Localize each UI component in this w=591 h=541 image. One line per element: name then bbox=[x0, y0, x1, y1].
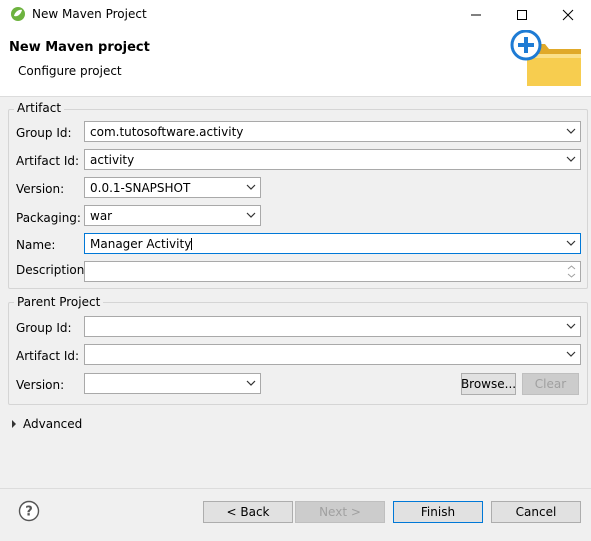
parent-artifact-id-label: Artifact Id: bbox=[16, 349, 80, 363]
parent-group-id-label: Group Id: bbox=[16, 321, 72, 335]
clear-button[interactable]: Clear bbox=[522, 373, 579, 395]
version-combo[interactable]: 0.0.1-SNAPSHOT bbox=[84, 177, 261, 198]
page-title: New Maven project bbox=[9, 40, 150, 55]
name-combo[interactable]: Manager Activity bbox=[84, 233, 581, 254]
packaging-combo[interactable]: war bbox=[84, 205, 261, 226]
description-label: Description: bbox=[16, 263, 89, 277]
page-subtitle: Configure project bbox=[18, 64, 122, 78]
close-icon bbox=[562, 9, 574, 21]
text-cursor bbox=[191, 238, 193, 250]
next-button[interactable]: Next > bbox=[295, 501, 385, 523]
minimize-icon bbox=[471, 14, 481, 16]
chevron-down-icon bbox=[566, 323, 576, 329]
browse-button[interactable]: Browse... bbox=[461, 373, 516, 395]
back-button[interactable]: < Back bbox=[203, 501, 293, 523]
version-label: Version: bbox=[16, 182, 65, 196]
window-title: New Maven Project bbox=[32, 7, 147, 21]
artifact-id-label: Artifact Id: bbox=[16, 154, 80, 168]
artifact-id-value: activity bbox=[90, 153, 135, 167]
artifact-id-combo[interactable]: activity bbox=[84, 149, 581, 170]
chevron-down-icon bbox=[566, 156, 576, 162]
footer-separator bbox=[0, 488, 591, 489]
chevron-down-icon bbox=[246, 212, 256, 218]
help-button[interactable]: ? bbox=[18, 500, 40, 525]
scrollbar[interactable] bbox=[565, 263, 578, 280]
chevron-down-icon bbox=[566, 128, 576, 134]
triangle-right-icon bbox=[12, 420, 16, 428]
new-folder-plus-icon bbox=[507, 29, 587, 95]
parent-version-combo[interactable] bbox=[84, 373, 261, 394]
maximize-icon bbox=[517, 10, 527, 20]
advanced-expander[interactable]: Advanced bbox=[9, 417, 82, 431]
scroll-arrows-icon bbox=[567, 265, 576, 278]
maven-leaf-icon bbox=[10, 6, 26, 25]
chevron-down-icon bbox=[246, 380, 256, 386]
title-bar: New Maven Project bbox=[0, 0, 591, 30]
name-value: Manager Activity bbox=[90, 237, 192, 251]
finish-button[interactable]: Finish bbox=[393, 501, 483, 523]
parent-group-id-combo[interactable] bbox=[84, 316, 581, 337]
group-id-label: Group Id: bbox=[16, 126, 72, 140]
artifact-legend: Artifact bbox=[14, 101, 65, 115]
parent-version-label: Version: bbox=[16, 378, 65, 392]
group-id-value: com.tutosoftware.activity bbox=[90, 125, 244, 139]
advanced-label: Advanced bbox=[23, 417, 83, 431]
close-button[interactable] bbox=[545, 0, 591, 30]
chevron-down-icon bbox=[246, 184, 256, 190]
cancel-button[interactable]: Cancel bbox=[491, 501, 581, 523]
description-textarea[interactable] bbox=[84, 261, 581, 282]
svg-text:?: ? bbox=[25, 505, 33, 520]
help-icon: ? bbox=[18, 500, 40, 522]
version-value: 0.0.1-SNAPSHOT bbox=[90, 181, 191, 195]
chevron-down-icon bbox=[566, 351, 576, 357]
name-label: Name: bbox=[16, 238, 56, 252]
group-id-combo[interactable]: com.tutosoftware.activity bbox=[84, 121, 581, 142]
packaging-label: Packaging: bbox=[16, 211, 81, 225]
packaging-value: war bbox=[90, 209, 113, 223]
maximize-button[interactable] bbox=[499, 0, 545, 30]
minimize-button[interactable] bbox=[453, 0, 499, 30]
parent-artifact-id-combo[interactable] bbox=[84, 344, 581, 365]
chevron-down-icon bbox=[566, 240, 576, 246]
parent-project-legend: Parent Project bbox=[14, 295, 104, 309]
wizard-header: New Maven project Configure project bbox=[0, 29, 591, 97]
